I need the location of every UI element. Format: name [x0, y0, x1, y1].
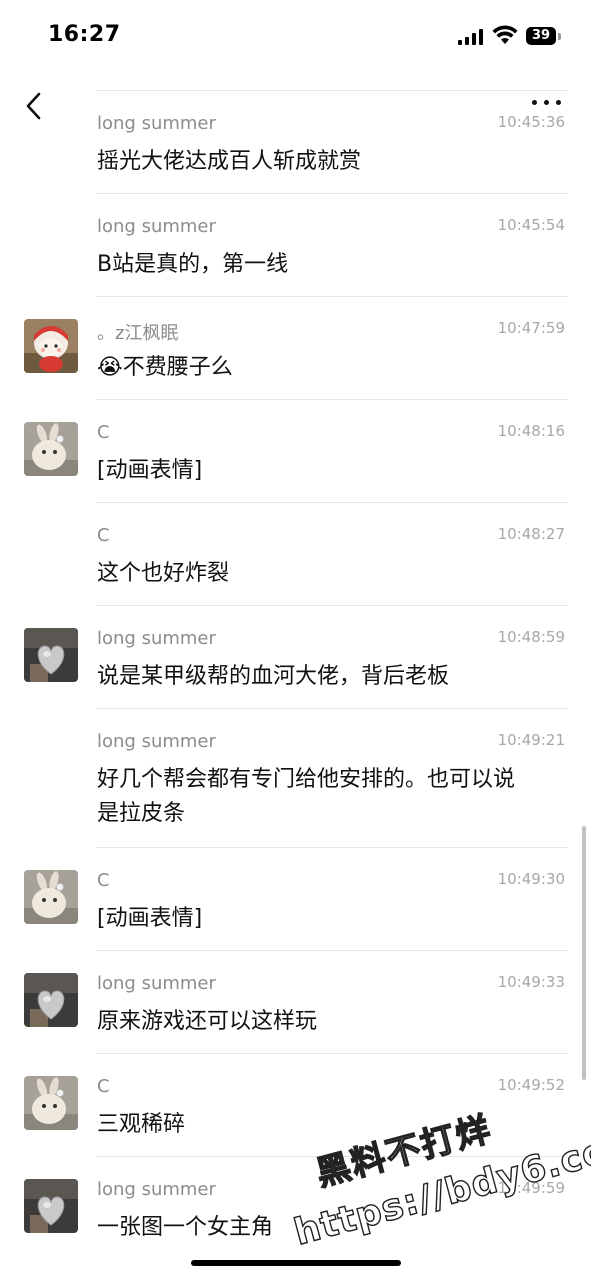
message-time: 10:48:59 — [497, 628, 565, 646]
divider — [97, 1156, 567, 1157]
divider — [97, 847, 567, 848]
message-text: [动画表情] — [97, 458, 203, 483]
home-indicator[interactable] — [191, 1260, 401, 1266]
sender-name: long summer — [97, 628, 216, 649]
battery-cap — [558, 33, 561, 40]
divider — [97, 950, 567, 951]
message-row[interactable]: C 10:49:52 三观稀碎 — [0, 1053, 591, 1157]
bunny-avatar[interactable] — [24, 1076, 78, 1130]
heart-avatar[interactable] — [24, 1179, 78, 1233]
scrollbar[interactable] — [582, 826, 586, 1080]
heart-avatar[interactable] — [24, 973, 78, 1027]
message-row[interactable]: C 10:49:30 [动画表情] — [0, 847, 591, 951]
message-row[interactable]: C 10:48:27 这个也好炸裂 — [0, 502, 591, 606]
sender-name: C — [97, 870, 110, 891]
sender-name: C — [97, 1076, 110, 1097]
message-row[interactable]: long summer 10:49:59 一张图一个女主角 — [0, 1156, 591, 1260]
divider — [97, 296, 567, 297]
message-text: 三观稀碎 — [97, 1112, 186, 1137]
sender-name: C — [97, 422, 110, 443]
message-time: 10:49:33 — [497, 973, 565, 991]
message-time: 10:49:30 — [497, 870, 565, 888]
sender-name: 。z江枫眠 — [97, 323, 179, 344]
sender-name: C — [97, 525, 110, 546]
sender-name: long summer — [97, 113, 216, 134]
message-time: 10:48:16 — [497, 422, 565, 440]
bunny-avatar[interactable] — [24, 870, 78, 924]
message-row[interactable]: C 10:48:16 [动画表情] — [0, 399, 591, 503]
bunny-avatar[interactable] — [24, 422, 78, 476]
heart-avatar[interactable] — [24, 628, 78, 682]
message-text: 原来游戏还可以这样玩 — [97, 1009, 318, 1034]
message-text: B站是真的，第一线 — [97, 252, 289, 277]
message-text: 说是某甲级帮的血河大佬，背后老板 — [97, 664, 450, 689]
message-time: 10:49:59 — [497, 1179, 565, 1197]
message-text: [动画表情] — [97, 906, 203, 931]
cellular-signal-icon — [458, 29, 484, 45]
message-text: 摇光大佬达成百人斩成就赏 — [97, 149, 362, 174]
message-row[interactable]: long summer 10:49:33 原来游戏还可以这样玩 — [0, 950, 591, 1054]
message-text: 好几个帮会都有专门给他安排的。也可以说是拉皮条 — [97, 767, 516, 826]
sender-name: long summer — [97, 973, 216, 994]
message-row[interactable]: long summer 10:45:54 B站是真的，第一线 — [0, 193, 591, 297]
battery-level: 39 — [531, 28, 551, 43]
message-time: 10:45:36 — [497, 113, 565, 131]
message-text: 😭不费腰子么 — [97, 355, 233, 380]
message-row[interactable]: long summer 10:48:59 说是某甲级帮的血河大佬，背后老板 — [0, 605, 591, 709]
chat-history-list[interactable]: long summer 10:45:36 摇光大佬达成百人斩成就赏 long summ… — [0, 90, 591, 1260]
doll-avatar[interactable] — [24, 319, 78, 373]
message-time: 10:49:52 — [497, 1076, 565, 1094]
sender-name: long summer — [97, 1179, 216, 1200]
message-text: 这个也好炸裂 — [97, 561, 230, 586]
message-text: 一张图一个女主角 — [97, 1215, 274, 1240]
divider — [97, 605, 567, 606]
status-bar: 16:27 39 — [0, 0, 591, 70]
message-row[interactable]: long summer 10:49:21 好几个帮会都有专门给他安排的。也可以说是拉… — [0, 708, 591, 848]
message-row[interactable]: long summer 10:45:36 摇光大佬达成百人斩成就赏 — [0, 90, 591, 194]
sender-name: long summer — [97, 731, 216, 752]
message-time: 10:47:59 — [497, 319, 565, 337]
divider — [97, 502, 567, 503]
divider — [97, 1053, 567, 1054]
divider — [97, 399, 567, 400]
message-time: 10:49:21 — [497, 731, 565, 749]
status-time: 16:27 — [48, 22, 121, 47]
message-time: 10:45:54 — [497, 216, 565, 234]
divider — [97, 708, 567, 709]
message-time: 10:48:27 — [497, 525, 565, 543]
divider — [97, 193, 567, 194]
sender-name: long summer — [97, 216, 216, 237]
divider — [97, 90, 567, 91]
message-row[interactable]: 。z江枫眠 10:47:59 😭不费腰子么 — [0, 296, 591, 400]
wifi-icon — [492, 25, 518, 44]
